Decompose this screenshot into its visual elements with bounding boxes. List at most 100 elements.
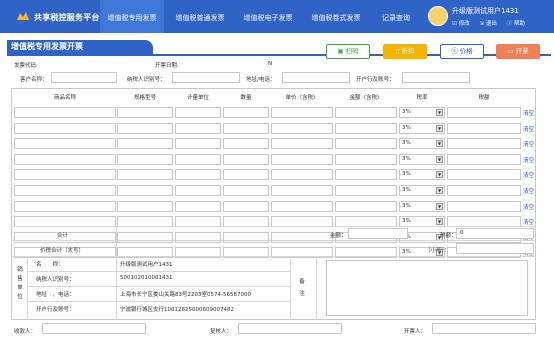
item-price-input[interactable] xyxy=(271,231,333,243)
item-price-input[interactable] xyxy=(271,200,333,212)
item-amount-input[interactable] xyxy=(335,107,397,118)
edit-link[interactable]: ☑ 修改 xyxy=(452,21,474,27)
amount-total-field[interactable] xyxy=(348,228,408,239)
item-spec-input[interactable] xyxy=(117,231,173,243)
item-name-input[interactable] xyxy=(14,185,116,196)
item-qty-input[interactable] xyxy=(223,138,269,150)
item-unit-input[interactable] xyxy=(175,169,221,181)
item-unit-input[interactable] xyxy=(175,107,221,118)
item-amount-input[interactable] xyxy=(335,185,397,196)
item-qty-input[interactable] xyxy=(223,231,269,243)
item-unit-input[interactable] xyxy=(175,138,221,150)
item-qty-input[interactable] xyxy=(223,153,269,165)
tab-electronic-invoice[interactable]: 增值税电子发票 xyxy=(236,0,300,33)
item-unit-input[interactable] xyxy=(175,153,221,165)
item-spec-input[interactable] xyxy=(117,107,173,118)
item-unit-input[interactable] xyxy=(175,122,221,134)
chevron-down-icon[interactable]: ▼ xyxy=(436,140,443,148)
tax-rate-select[interactable]: 3% ▼ xyxy=(399,169,445,181)
item-price-input[interactable] xyxy=(271,169,333,181)
tab-special-invoice[interactable]: 增值税专用发票 xyxy=(100,0,164,33)
item-tax-input[interactable] xyxy=(447,138,521,150)
issue-button[interactable]: ▭ 开票 xyxy=(496,44,540,59)
item-qty-input[interactable] xyxy=(223,200,269,212)
help-link[interactable]: ⓘ 帮助 xyxy=(507,21,529,27)
tax-rate-select[interactable]: 3% ▼ xyxy=(399,153,445,165)
item-qty-input[interactable] xyxy=(223,169,269,181)
item-tax-input[interactable] xyxy=(447,169,521,181)
clear-row-link[interactable]: 清空 xyxy=(523,109,534,117)
price-button[interactable]: ⓢ 价格 xyxy=(440,44,484,59)
clear-row-link[interactable]: 清空 xyxy=(523,156,534,164)
item-tax-input[interactable] xyxy=(447,122,521,134)
item-amount-input[interactable] xyxy=(335,200,397,212)
item-unit-input[interactable] xyxy=(175,185,221,196)
tax-rate-select[interactable]: 3% ▼ xyxy=(399,138,445,150)
item-name-input[interactable] xyxy=(14,107,116,118)
payee-input[interactable] xyxy=(42,323,146,334)
tax-rate-select[interactable]: 3% ▼ xyxy=(399,200,445,212)
total-lowercase-field[interactable] xyxy=(456,243,534,254)
item-amount-input[interactable] xyxy=(335,122,397,134)
item-price-input[interactable] xyxy=(271,185,333,196)
logout-link[interactable]: ⇲ 退出 xyxy=(479,21,500,27)
item-price-input[interactable] xyxy=(271,122,333,134)
item-price-input[interactable] xyxy=(271,107,333,118)
chevron-down-icon[interactable]: ▼ xyxy=(436,124,443,132)
discount-button[interactable]: ▯ 折扣 xyxy=(383,44,427,59)
item-qty-input[interactable] xyxy=(223,107,269,118)
chevron-down-icon[interactable]: ▼ xyxy=(436,218,443,226)
chevron-down-icon[interactable]: ▼ xyxy=(436,187,443,194)
drawer-input[interactable] xyxy=(432,323,536,334)
item-spec-input[interactable] xyxy=(117,169,173,181)
item-tax-input[interactable] xyxy=(447,153,521,165)
clear-row-link[interactable]: 清空 xyxy=(523,140,534,148)
bank-input[interactable] xyxy=(402,72,470,83)
item-name-input[interactable] xyxy=(14,153,116,165)
item-name-input[interactable] xyxy=(14,122,116,134)
avatar[interactable] xyxy=(428,6,448,26)
item-spec-input[interactable] xyxy=(117,138,173,150)
tax-rate-select[interactable]: 3% ▼ xyxy=(399,107,445,118)
item-amount-input[interactable] xyxy=(335,169,397,181)
customer-input[interactable] xyxy=(51,72,117,83)
item-qty-input[interactable] xyxy=(223,185,269,196)
item-spec-input[interactable] xyxy=(117,153,173,165)
tax-rate-select[interactable]: 3% ▼ xyxy=(399,122,445,134)
item-name-input[interactable] xyxy=(14,169,116,181)
tab-roll-invoice[interactable]: 增值税卷式发票 xyxy=(304,0,368,33)
item-price-input[interactable] xyxy=(271,138,333,150)
clear-row-link[interactable]: 清空 xyxy=(523,218,534,226)
item-spec-input[interactable] xyxy=(117,122,173,134)
item-tax-input[interactable] xyxy=(447,200,521,212)
address-input[interactable] xyxy=(282,72,350,83)
clear-row-link[interactable]: 清空 xyxy=(523,171,534,179)
item-unit-input[interactable] xyxy=(175,200,221,212)
tax-total-field[interactable]: 0 xyxy=(456,228,534,239)
item-name-input[interactable] xyxy=(14,200,116,212)
chevron-down-icon[interactable]: ▼ xyxy=(436,155,443,163)
item-amount-input[interactable] xyxy=(335,153,397,165)
item-qty-input[interactable] xyxy=(223,122,269,134)
reviewer-input[interactable] xyxy=(238,323,342,334)
taxpayer-id-input[interactable] xyxy=(172,72,240,83)
item-spec-input[interactable] xyxy=(117,185,173,196)
tax-rate-select[interactable]: 3% ▼ xyxy=(399,185,445,196)
chevron-down-icon[interactable]: ▼ xyxy=(436,109,443,116)
remark-textarea[interactable] xyxy=(326,260,528,316)
scan-button[interactable]: ▣ 扫码 xyxy=(326,44,370,59)
chevron-down-icon[interactable]: ▼ xyxy=(436,202,443,210)
item-spec-input[interactable] xyxy=(117,200,173,212)
clear-row-link[interactable]: 清空 xyxy=(523,125,534,133)
item-tax-input[interactable] xyxy=(447,107,521,118)
item-price-input[interactable] xyxy=(271,153,333,165)
item-name-input[interactable] xyxy=(14,138,116,150)
clear-row-link[interactable]: 清空 xyxy=(523,187,534,195)
tab-records[interactable]: 记录查询 xyxy=(372,0,420,33)
tab-normal-invoice[interactable]: 增值税普通发票 xyxy=(168,0,232,33)
item-tax-input[interactable] xyxy=(447,185,521,196)
item-unit-input[interactable] xyxy=(175,231,221,243)
clear-row-link[interactable]: 清空 xyxy=(523,203,534,211)
chevron-down-icon[interactable]: ▼ xyxy=(436,171,443,179)
item-amount-input[interactable] xyxy=(335,138,397,150)
